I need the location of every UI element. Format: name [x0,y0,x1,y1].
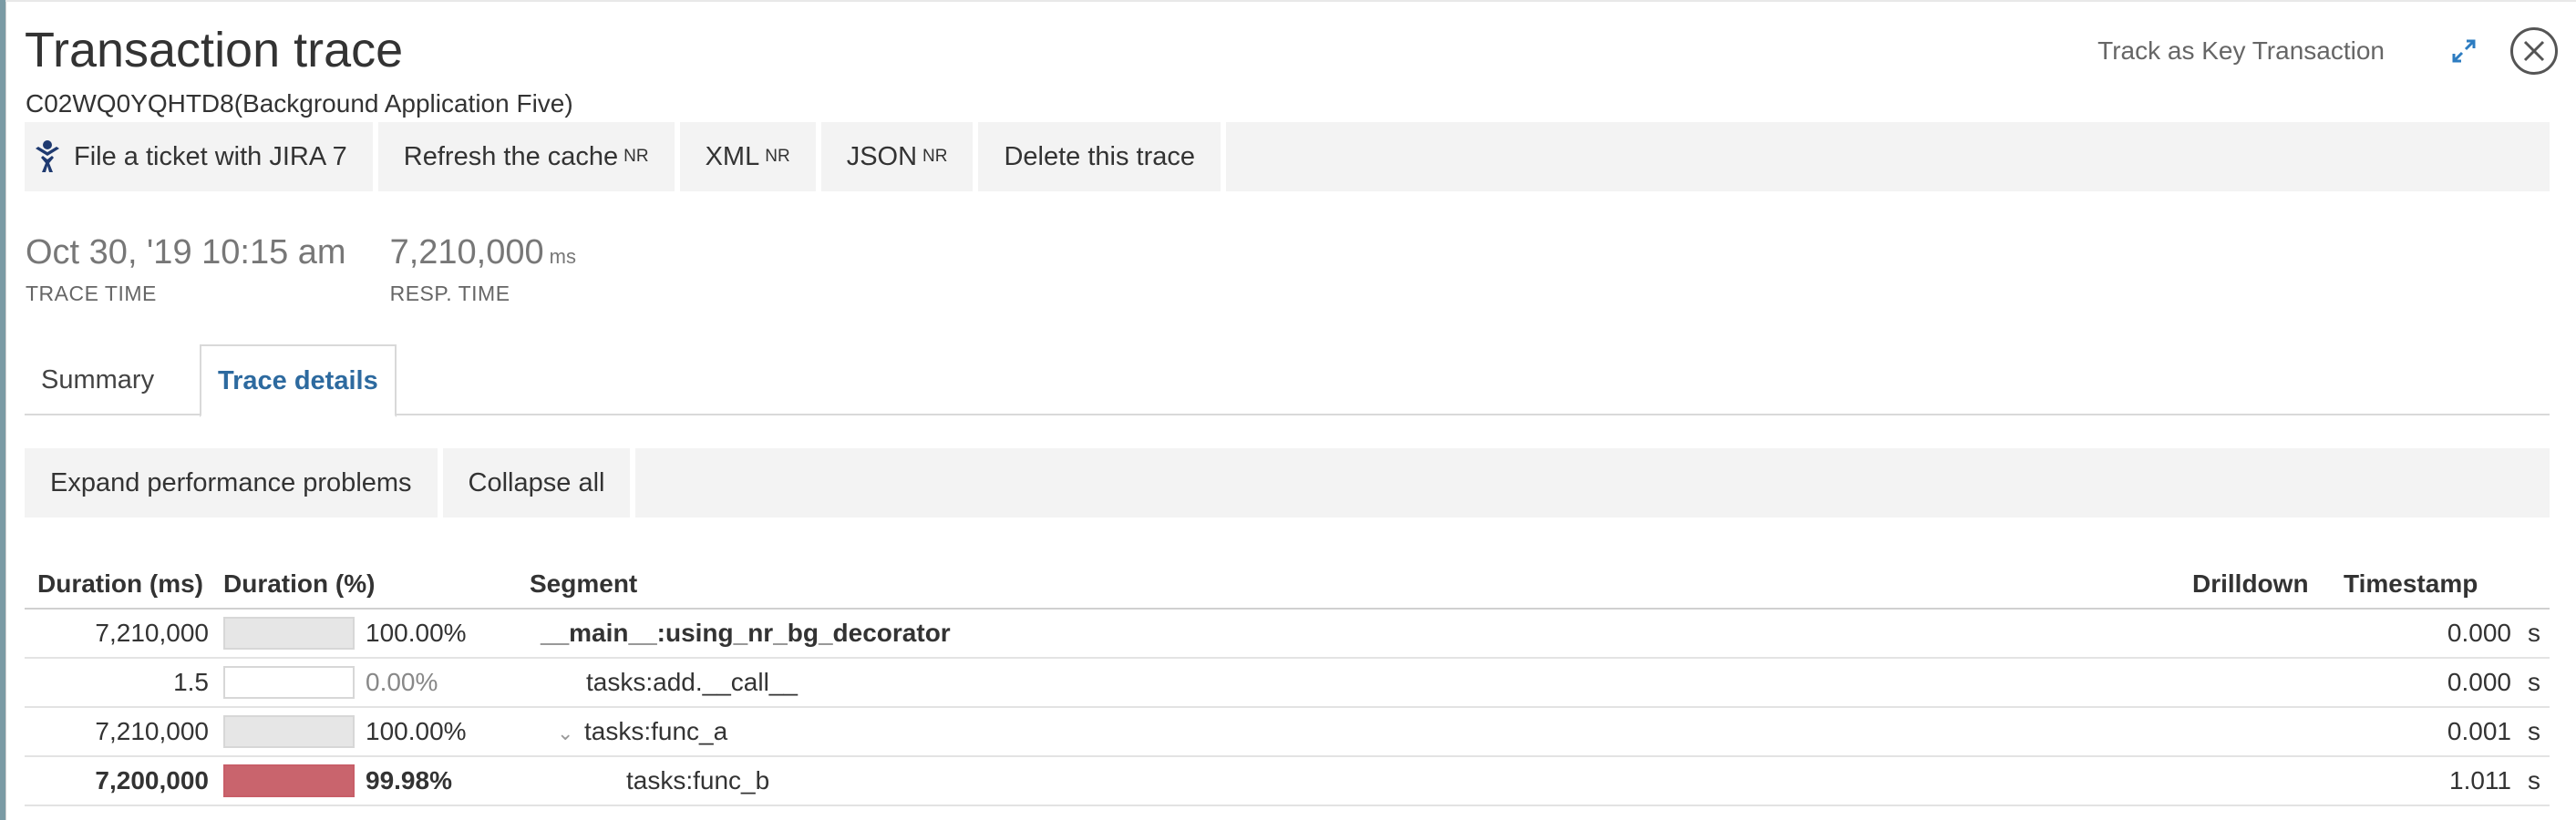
json-button[interactable]: JSON NR [820,122,974,191]
drilldown-cell [2192,609,2344,659]
xml-label: XML [705,141,760,171]
duration-bar [223,666,355,699]
nr-superscript: NR [922,147,948,166]
file-jira-ticket-button[interactable]: File a ticket with JIRA 7 [25,122,373,191]
chevron-down-icon: ⌄ [557,722,574,744]
timestamp-cell: 0.001 s [2344,707,2550,757]
timestamp-cell: 0.000 s [2344,609,2550,659]
trace-time-value: Oct 30, '19 10:15 am [26,233,346,272]
trace-time-label: TRACE TIME [26,282,157,305]
duration-pct-cell: 100.00% [223,609,530,659]
trace-toolbar: File a ticket with JIRA 7 Refresh the ca… [25,122,2550,191]
transaction-trace-modal: Transaction trace C02WQ0YQHTD8(Backgroun… [5,2,2576,820]
duration-ms-cell: 7,210,000 [25,609,223,659]
timestamp-cell: 0.000 s [2344,658,2550,708]
table-header-row: Duration (ms) Duration (%) Segment Drill… [25,559,2550,610]
segment-name[interactable]: tasks:func_a [584,717,727,746]
duration-bar [223,617,355,650]
drilldown-cell [2192,707,2344,757]
delete-trace-button[interactable]: Delete this trace [978,122,1221,191]
table-row[interactable]: 7,210,000 100.00% ⌄ tasks:func_a 0.001 s [25,707,2550,757]
timestamp-value: 1.011 [2449,766,2511,794]
actions-toolbar-filler [635,448,2550,518]
collapse-all-button[interactable]: Collapse all [442,448,631,518]
refresh-cache-button[interactable]: Refresh the cache NR [377,122,675,191]
expand-arrows-icon[interactable] [2448,36,2479,67]
timestamp-value: 0.000 [2447,619,2511,647]
tab-trace-details[interactable]: Trace details [200,344,397,417]
duration-pct-cell: 100.00% [223,707,530,757]
col-duration-pct[interactable]: Duration (%) [223,559,530,610]
timestamp-cell: 1.011 s [2344,756,2550,806]
segment-cell: __main__:using_nr_bg_decorator [530,609,2192,659]
expand-performance-problems-button[interactable]: Expand performance problems [25,448,438,518]
duration-ms-cell: 1.5 [25,658,223,708]
resp-time-unit: ms [549,245,576,268]
duration-bar [223,715,355,748]
tab-summary[interactable]: Summary [25,344,170,415]
table-row[interactable]: 7,210,000 100.00% __main__:using_nr_bg_d… [25,609,2550,659]
col-duration-ms[interactable]: Duration (ms) [25,559,223,610]
delete-trace-label: Delete this trace [1004,141,1196,171]
json-label: JSON [846,141,918,171]
duration-pct-text: 100.00% [366,619,467,647]
segment-cell: tasks:add.__call__ [530,658,2192,708]
trace-time-metric: Oct 30, '19 10:15 am TRACE TIME [26,233,346,306]
duration-pct-text: 100.00% [366,717,467,745]
segment-name[interactable]: tasks:func_b [530,766,769,795]
table-row[interactable]: 1.5 0.00% tasks:add.__call__ 0.000 s [25,658,2550,708]
nr-superscript: NR [765,147,790,166]
jira-icon [36,140,59,172]
refresh-cache-label: Refresh the cache [403,141,619,171]
timestamp-unit: s [2528,766,2540,794]
col-segment[interactable]: Segment [530,559,2192,610]
segment-cell: ⌄ tasks:func_a [530,707,2192,757]
resp-time-value: 7,210,000 [389,233,544,272]
col-timestamp[interactable]: Timestamp [2344,559,2550,610]
track-key-transaction-link[interactable]: Track as Key Transaction [2097,36,2385,66]
resp-time-label: RESP. TIME [389,282,510,305]
duration-ms-cell: 7,200,000 [25,756,223,806]
expand-toggle[interactable]: ⌄ [530,717,584,745]
toolbar-filler [1226,122,2550,191]
segment-cell: tasks:func_b [530,756,2192,806]
segment-name[interactable]: __main__:using_nr_bg_decorator [530,619,951,648]
close-icon [2523,40,2545,62]
timestamp-value: 0.001 [2447,717,2511,745]
timestamp-unit: s [2528,668,2540,696]
duration-ms-cell: 7,210,000 [25,707,223,757]
duration-pct-cell: 99.98% [223,756,530,806]
transaction-subtitle: C02WQ0YQHTD8(Background Application Five… [26,89,573,118]
trace-actions-toolbar: Expand performance problems Collapse all [25,448,2550,518]
duration-bar [223,764,355,797]
tab-bar: Summary Trace details [25,344,2550,417]
timestamp-value: 0.000 [2447,668,2511,696]
page-title: Transaction trace [25,23,404,77]
timestamp-unit: s [2528,619,2540,647]
duration-pct-text: 99.98% [366,766,452,794]
trace-metrics: Oct 30, '19 10:15 am TRACE TIME 7,210,00… [26,233,620,306]
col-drilldown[interactable]: Drilldown [2192,559,2344,610]
close-button[interactable] [2510,27,2558,75]
drilldown-cell [2192,658,2344,708]
duration-pct-cell: 0.00% [223,658,530,708]
jira-button-label: File a ticket with JIRA 7 [74,141,347,171]
segment-name[interactable]: tasks:add.__call__ [530,668,798,697]
drilldown-cell [2192,756,2344,806]
resp-time-metric: 7,210,000 ms RESP. TIME [390,233,576,306]
nr-superscript: NR [623,147,649,166]
timestamp-unit: s [2528,717,2540,745]
xml-button[interactable]: XML NR [679,122,816,191]
header-actions: Track as Key Transaction [2097,27,2558,75]
table-row[interactable]: 7,200,000 99.98% tasks:func_b 1.011 s [25,756,2550,806]
trace-details-table: Duration (ms) Duration (%) Segment Drill… [25,559,2550,806]
duration-pct-text: 0.00% [366,668,438,696]
